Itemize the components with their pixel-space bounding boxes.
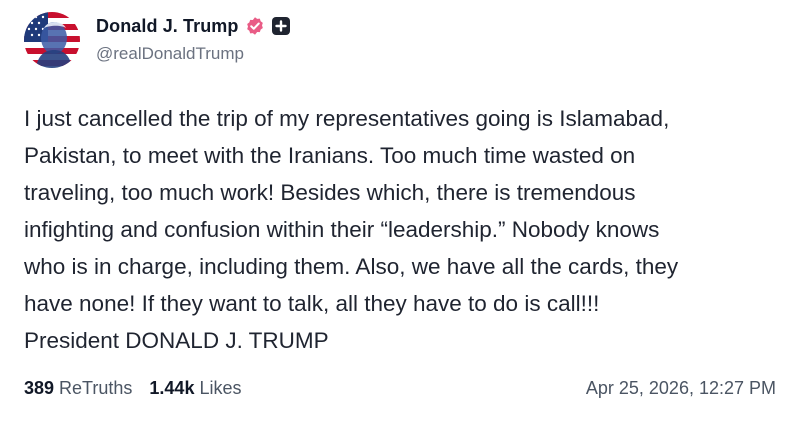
likes-count: 1.44k [149,378,195,398]
post-card: Donald J. Trump @realDonaldTrump I just … [0,0,800,421]
likes-stat[interactable]: 1.44k Likes [149,378,241,399]
author-handle[interactable]: @realDonaldTrump [96,44,244,64]
display-name[interactable]: Donald J. Trump [96,16,239,37]
retruths-count: 389 [24,378,55,398]
post-text: I just cancelled the trip of my represen… [24,106,679,353]
post-stats: 389 ReTruths 1.44k Likes [24,378,241,399]
avatar[interactable] [24,12,80,68]
author-name-row: Donald J. Trump [96,14,290,38]
post-timestamp[interactable]: Apr 25, 2026, 12:27 PM [586,378,776,399]
plus-badge-icon [271,17,290,35]
verified-badge-icon [245,16,265,36]
flag-portrait-avatar-icon [24,12,80,68]
retruths-label: ReTruths [59,378,133,398]
retruths-stat[interactable]: 389 ReTruths [24,378,132,399]
likes-label: Likes [199,378,242,398]
